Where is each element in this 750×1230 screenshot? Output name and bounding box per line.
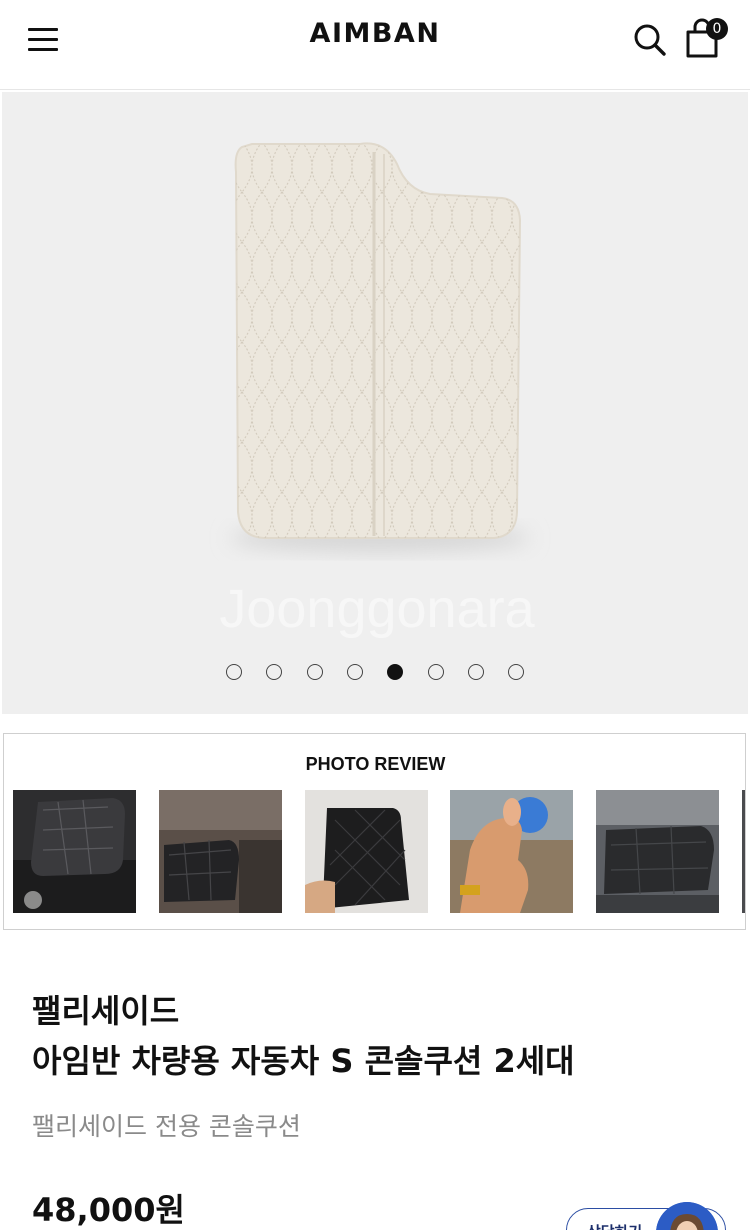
pagination-dot[interactable] [346, 664, 363, 680]
photo-review-section: PHOTO REVIEW [3, 733, 746, 930]
product-title-line1: 팰리세이드 [32, 992, 180, 1030]
agent-avatar-icon[interactable] [656, 1202, 718, 1230]
pagination-dot[interactable] [467, 664, 484, 680]
pagination-dot[interactable] [427, 664, 444, 680]
cart-button[interactable]: 0 [684, 16, 734, 62]
watermark-text: Joonggonara [219, 579, 535, 639]
console-cushion-image: Joonggonara [219, 142, 536, 639]
product-subtitle: 팰리세이드 전용 콘솔쿠션 [32, 1112, 301, 1141]
pagination-dot[interactable] [508, 664, 525, 680]
pagination-dot-active[interactable] [387, 664, 404, 680]
product-price: 48,000원 [32, 1191, 185, 1229]
product-image-gallery[interactable]: Joonggonara [2, 92, 748, 714]
review-thumb[interactable] [159, 790, 282, 913]
review-thumb[interactable] [450, 790, 573, 913]
top-header: AIMBAN 0 [0, 0, 750, 90]
pagination-dot[interactable] [306, 664, 323, 680]
customer-service-label: 상담하기 [587, 1221, 642, 1230]
review-thumb[interactable] [742, 790, 745, 913]
review-thumb[interactable] [305, 790, 428, 913]
pagination-dot[interactable] [226, 664, 242, 680]
cart-count-badge: 0 [706, 18, 728, 40]
pagination-dot[interactable] [266, 664, 283, 680]
review-thumb[interactable] [13, 790, 136, 913]
product-title-line2: 아임반 차량용 자동차 S 콘솔쿠션 2세대 [32, 1042, 575, 1080]
review-thumb[interactable] [596, 790, 719, 913]
gallery-pagination [0, 664, 750, 680]
photo-review-title: PHOTO REVIEW [305, 754, 446, 774]
search-icon[interactable] [630, 20, 670, 60]
